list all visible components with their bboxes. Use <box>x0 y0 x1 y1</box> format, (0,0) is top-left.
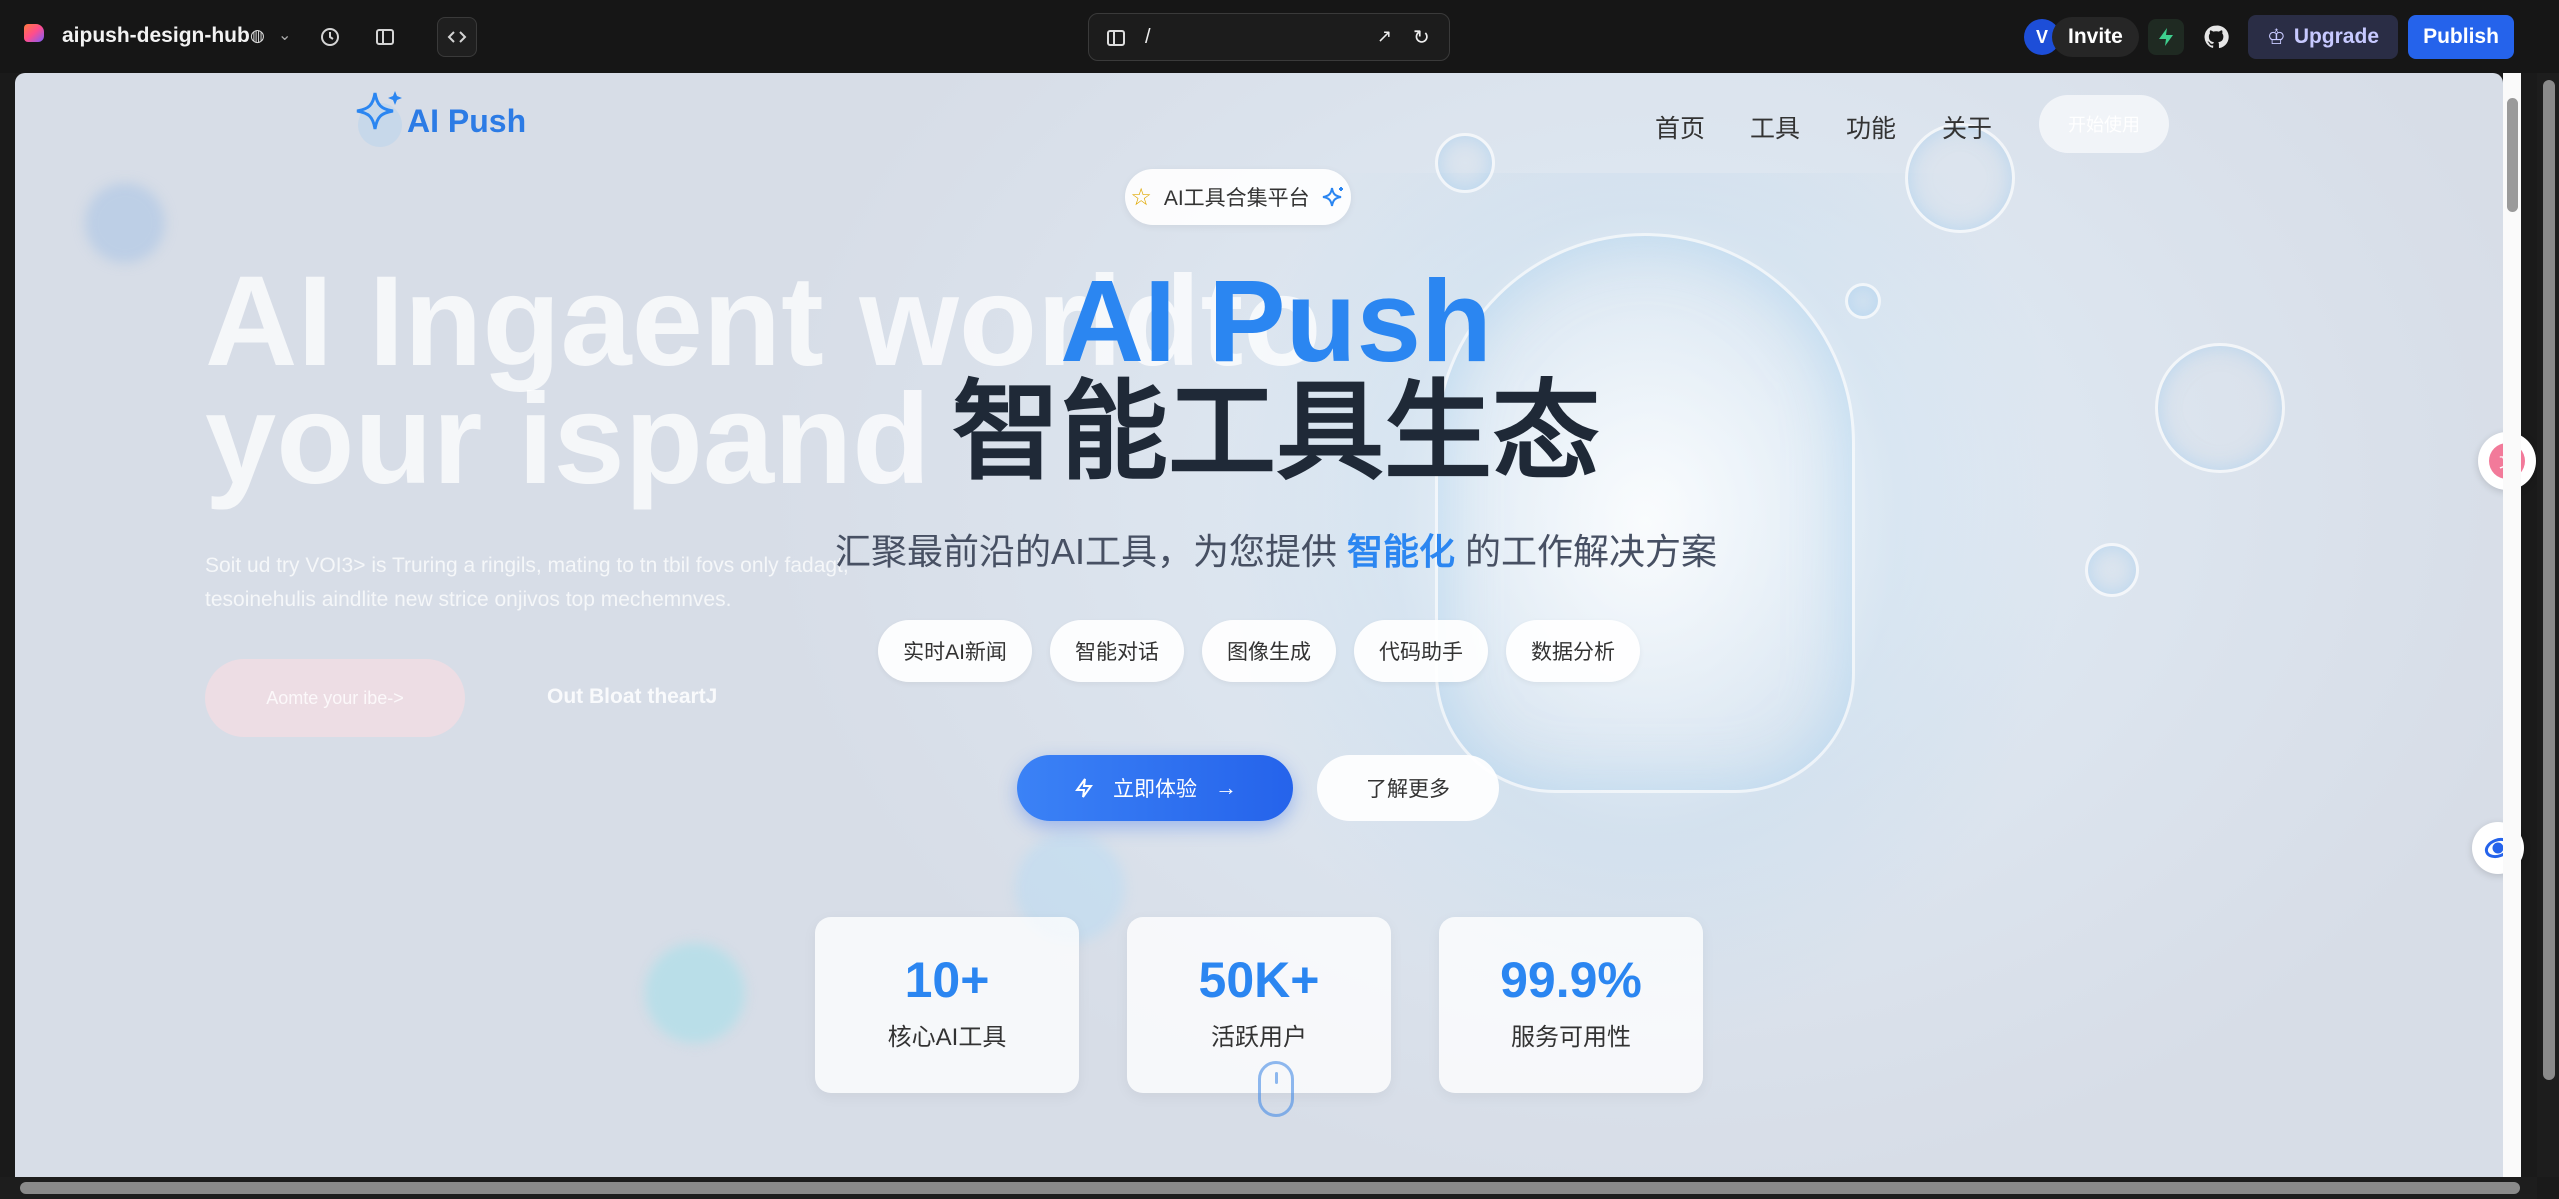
learn-more-button[interactable]: 了解更多 <box>1317 755 1499 821</box>
scroll-mouse-icon <box>1258 1061 1294 1117</box>
site-preview: AI Ingaent worldto your ispand Soit ud t… <box>15 73 2503 1177</box>
background-glow <box>85 183 165 263</box>
chip-chat[interactable]: 智能对话 <box>1050 620 1184 682</box>
editor-toolbar: aipush-design-hub ◍ ⌄ / ↗ ↻ V Invite ♔ U… <box>0 0 2559 73</box>
preview-url-bar[interactable]: / ↗ ↻ <box>1088 13 1450 61</box>
try-now-button[interactable]: 立即体验 → <box>1017 755 1293 821</box>
zap-icon <box>1075 778 1093 798</box>
lovable-logo-icon[interactable] <box>22 22 50 50</box>
stat-value: 99.9% <box>1500 952 1642 1008</box>
invite-button[interactable]: Invite <box>2052 17 2139 57</box>
stat-label: 服务可用性 <box>1511 1024 1631 1051</box>
ghost-button-secondary: Out Bloat theartJ <box>547 685 718 708</box>
nav-features[interactable]: 功能 <box>1846 109 1896 145</box>
subtitle-highlight: 智能化 <box>1346 531 1455 572</box>
chip-code-assistant[interactable]: 代码助手 <box>1354 620 1488 682</box>
url-path[interactable]: / <box>1145 26 1151 49</box>
publish-button[interactable]: Publish <box>2408 15 2514 59</box>
page-icon <box>1107 30 1125 46</box>
subtitle-after: 的工作解决方案 <box>1465 531 1718 572</box>
window-hscroll-thumb[interactable] <box>20 1182 2520 1194</box>
project-name[interactable]: aipush-design-hub <box>62 24 250 48</box>
nav-home[interactable]: 首页 <box>1655 109 1705 145</box>
code-view-button[interactable] <box>437 17 477 57</box>
stat-label: 核心AI工具 <box>887 1024 1007 1051</box>
stat-value: 50K+ <box>1198 952 1320 1008</box>
history-button[interactable] <box>312 19 348 55</box>
nav-tools[interactable]: 工具 <box>1750 109 1800 145</box>
supabase-bolt-icon <box>2159 28 2173 46</box>
history-icon <box>321 28 339 46</box>
preview-scroll-thumb[interactable] <box>2507 98 2518 212</box>
arrow-right-icon: → <box>1215 775 1237 800</box>
badge-label: AI工具合集平台 <box>1163 187 1310 210</box>
crown-icon: ♔ <box>2266 25 2286 49</box>
github-icon <box>2204 25 2229 49</box>
window-scroll-thumb[interactable] <box>2543 80 2555 1080</box>
stat-card-users: 50K+ 活跃用户 <box>1127 917 1391 1093</box>
stat-card-tools: 10+ 核心AI工具 <box>815 917 1079 1093</box>
nav-about[interactable]: 关于 <box>1942 109 1992 145</box>
get-started-button[interactable]: 开始使用 <box>2039 95 2169 153</box>
upgrade-label: Upgrade <box>2293 25 2379 48</box>
sparkle-logo-icon[interactable] <box>345 85 415 155</box>
stat-card-uptime: 99.9% 服务可用性 <box>1439 917 1703 1093</box>
stat-value: 10+ <box>904 952 990 1008</box>
background-glow <box>645 943 745 1043</box>
chip-data-analysis[interactable]: 数据分析 <box>1506 620 1640 682</box>
hero-brand-title: AI Push <box>1060 256 1492 386</box>
sidebar-icon <box>376 29 394 45</box>
upgrade-button[interactable]: ♔ Upgrade <box>2248 15 2398 59</box>
hero-subtitle: 汇聚最前沿的AI工具，为您提供 智能化 的工作解决方案 <box>15 523 2503 575</box>
chip-ai-news[interactable]: 实时AI新闻 <box>878 620 1032 682</box>
chip-image-gen[interactable]: 图像生成 <box>1202 620 1336 682</box>
globe-icon: ◍ <box>250 26 265 45</box>
supabase-button[interactable] <box>2148 19 2184 55</box>
github-button[interactable] <box>2198 19 2234 55</box>
star-icon: ☆ <box>1130 183 1152 211</box>
background-bubble <box>1435 133 1495 193</box>
platform-badge: ☆ AI工具合集平台 <box>1125 169 1351 225</box>
site-logo-text[interactable]: AI Push <box>407 103 526 140</box>
toggle-sidebar-button[interactable] <box>367 19 403 55</box>
preview-vertical-scrollbar[interactable] <box>2503 73 2521 1177</box>
hero-title: 智能工具生态 <box>951 371 1600 492</box>
ghost-button-primary: Aomte your ibe-> <box>205 659 465 737</box>
chevron-down-icon[interactable]: ⌄ <box>278 25 291 45</box>
open-external-icon[interactable]: ↗ <box>1377 26 1392 47</box>
reload-icon[interactable]: ↻ <box>1413 25 1430 50</box>
stat-label: 活跃用户 <box>1211 1024 1307 1051</box>
code-icon <box>447 31 467 43</box>
ghost-para-line2: tesoinehulis aindlite new strice onjivos… <box>205 588 732 611</box>
sparkles-icon <box>1322 187 1343 207</box>
subtitle-before: 汇聚最前沿的AI工具，为您提供 <box>834 531 1337 572</box>
try-now-label: 立即体验 <box>1113 778 1197 801</box>
